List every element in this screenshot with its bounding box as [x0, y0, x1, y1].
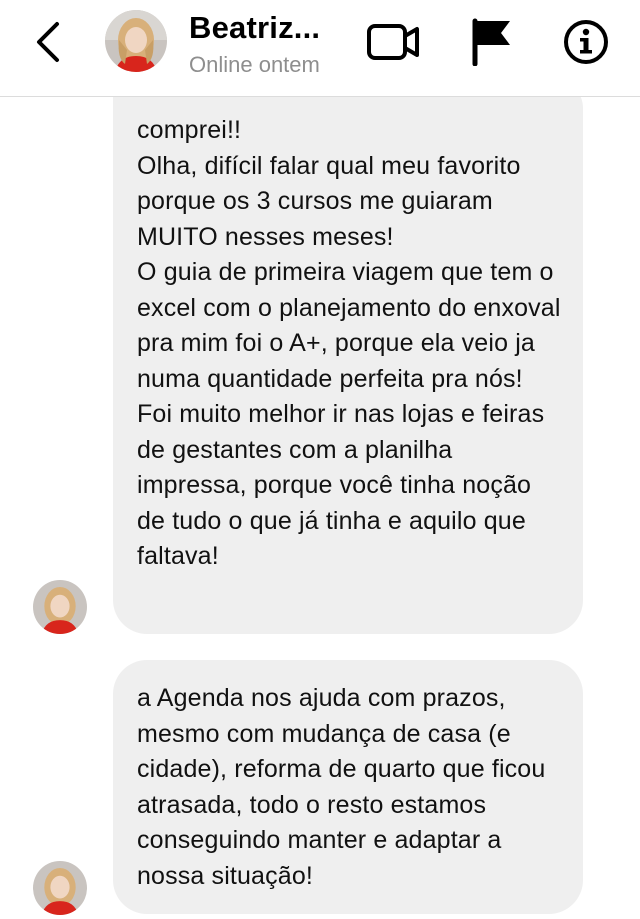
- message-bubble[interactable]: a Agenda nos ajuda com prazos, mesmo com…: [113, 660, 583, 914]
- avatar-photo: [105, 10, 167, 72]
- sender-avatar[interactable]: [33, 861, 87, 915]
- video-call-button[interactable]: [364, 18, 422, 66]
- info-button[interactable]: [559, 15, 613, 69]
- sender-avatar[interactable]: [33, 580, 87, 634]
- message-text: comprei!! Olha, difícil falar qual meu f…: [137, 116, 561, 570]
- message-text: a Agenda nos ajuda com prazos, mesmo com…: [137, 684, 546, 890]
- flag-icon: [472, 18, 510, 66]
- message-bubble[interactable]: comprei!! Olha, difícil falar qual meu f…: [113, 80, 583, 634]
- info-circle-icon: [564, 20, 608, 64]
- contact-status: Online ontem: [189, 52, 320, 77]
- chat-header: Beatriz... Online ontem: [0, 0, 640, 97]
- contact-name[interactable]: Beatriz...: [189, 10, 320, 46]
- avatar-photo: [33, 861, 87, 915]
- contact-avatar[interactable]: [105, 10, 167, 72]
- avatar-photo: [33, 580, 87, 634]
- report-button[interactable]: [464, 14, 518, 68]
- video-camera-icon: [367, 24, 419, 60]
- back-button[interactable]: [26, 18, 70, 66]
- chevron-left-icon: [37, 22, 59, 62]
